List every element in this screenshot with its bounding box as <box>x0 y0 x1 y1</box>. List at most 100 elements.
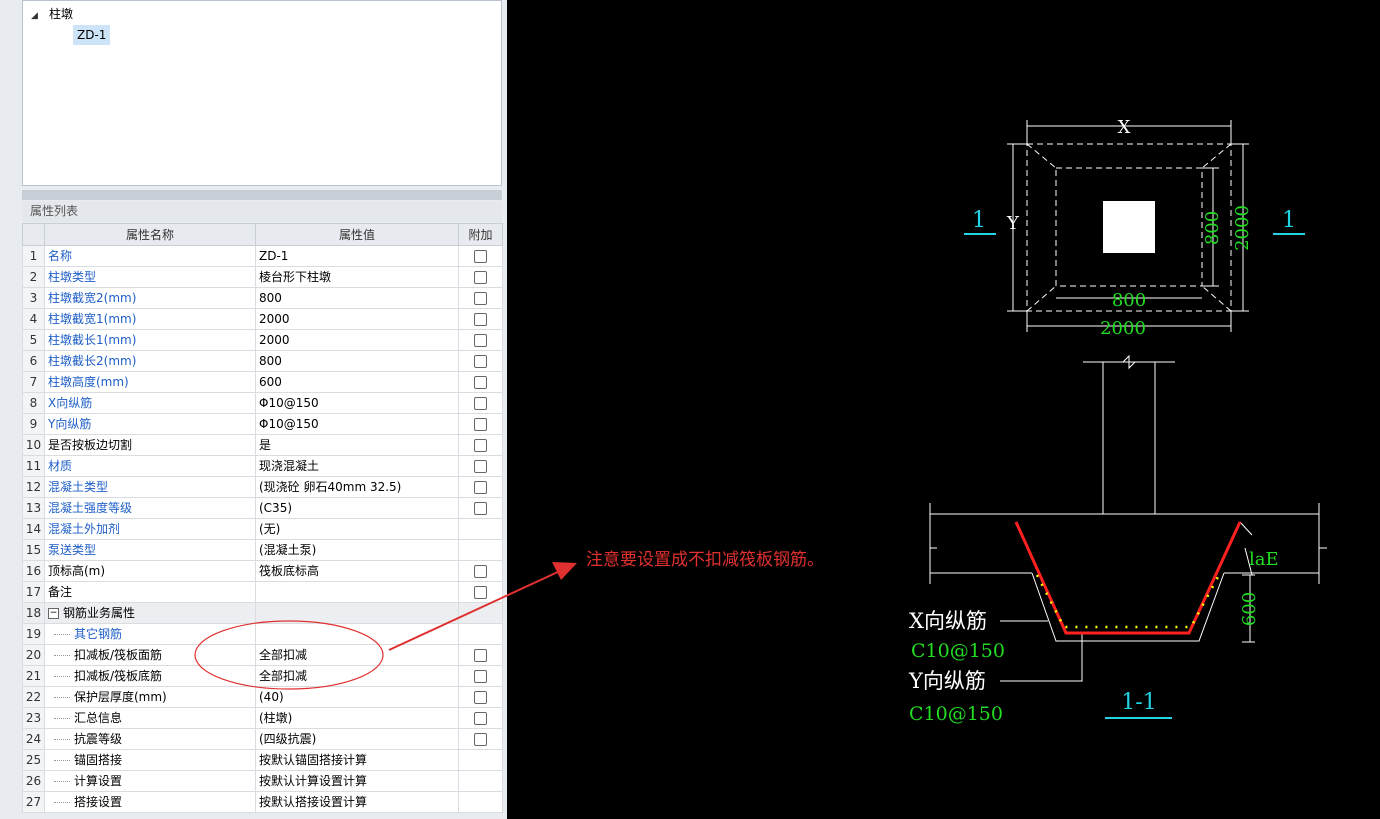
property-name[interactable]: 是否按板边切割 <box>44 434 256 456</box>
property-name[interactable]: X向纵筋 <box>44 392 256 414</box>
extra-checkbox[interactable] <box>474 649 487 662</box>
property-value[interactable] <box>255 623 459 645</box>
property-name[interactable]: 柱墩高度(mm) <box>44 371 256 393</box>
table-row[interactable]: 5 柱墩截长1(mm) 2000 <box>22 329 503 351</box>
property-name[interactable]: 搭接设置 <box>44 791 256 813</box>
property-value[interactable]: 筏板底标高 <box>255 560 459 582</box>
property-value[interactable]: (C35) <box>255 497 459 519</box>
extra-checkbox[interactable] <box>474 712 487 725</box>
property-name[interactable]: 名称 <box>44 245 256 267</box>
property-name[interactable]: 混凝土外加剂 <box>44 518 256 540</box>
property-value[interactable]: 全部扣减 <box>255 644 459 666</box>
property-name[interactable]: 顶标高(m) <box>44 560 256 582</box>
property-value[interactable]: 800 <box>255 287 459 309</box>
extra-checkbox[interactable] <box>474 502 487 515</box>
property-name[interactable]: 混凝土类型 <box>44 476 256 498</box>
table-row[interactable]: 13 混凝土强度等级 (C35) <box>22 497 503 519</box>
extra-checkbox[interactable] <box>474 334 487 347</box>
table-row[interactable]: 8 X向纵筋 Φ10@150 <box>22 392 503 414</box>
property-name[interactable]: 计算设置 <box>44 770 256 792</box>
extra-checkbox[interactable] <box>474 670 487 683</box>
table-row[interactable]: 3 柱墩截宽2(mm) 800 <box>22 287 503 309</box>
table-row[interactable]: 24 抗震等级 (四级抗震) <box>22 728 503 750</box>
property-value[interactable]: Φ10@150 <box>255 392 459 414</box>
table-row[interactable]: 20 扣减板/筏板面筋 全部扣减 <box>22 644 503 666</box>
property-name[interactable]: 混凝土强度等级 <box>44 497 256 519</box>
extra-checkbox[interactable] <box>474 733 487 746</box>
extra-checkbox[interactable] <box>474 292 487 305</box>
property-value[interactable]: 按默认计算设置计算 <box>255 770 459 792</box>
extra-checkbox[interactable] <box>474 586 487 599</box>
property-name[interactable]: 汇总信息 <box>44 707 256 729</box>
property-name[interactable]: 材质 <box>44 455 256 477</box>
table-row[interactable]: 14 混凝土外加剂 (无) <box>22 518 503 540</box>
property-value[interactable]: (无) <box>255 518 459 540</box>
extra-checkbox[interactable] <box>474 313 487 326</box>
property-value[interactable]: 全部扣减 <box>255 665 459 687</box>
extra-checkbox[interactable] <box>474 460 487 473</box>
extra-checkbox[interactable] <box>474 418 487 431</box>
property-name[interactable]: 备注 <box>44 581 256 603</box>
extra-checkbox[interactable] <box>474 376 487 389</box>
table-row[interactable]: 6 柱墩截长2(mm) 800 <box>22 350 503 372</box>
property-value[interactable]: 棱台形下柱墩 <box>255 266 459 288</box>
table-row[interactable]: 4 柱墩截宽1(mm) 2000 <box>22 308 503 330</box>
extra-checkbox[interactable] <box>474 397 487 410</box>
column-header-value[interactable]: 属性值 <box>255 223 459 246</box>
property-value[interactable]: 是 <box>255 434 459 456</box>
property-value[interactable]: 800 <box>255 350 459 372</box>
extra-checkbox[interactable] <box>474 691 487 704</box>
property-value[interactable]: (40) <box>255 686 459 708</box>
property-value[interactable]: (现浇砼 卵石40mm 32.5) <box>255 476 459 498</box>
property-name[interactable]: 柱墩截长1(mm) <box>44 329 256 351</box>
property-name[interactable]: 锚固搭接 <box>44 749 256 771</box>
property-name[interactable]: Y向纵筋 <box>44 413 256 435</box>
table-row[interactable]: 19 其它钢筋 <box>22 623 503 645</box>
property-name[interactable]: 其它钢筋 <box>44 623 256 645</box>
property-value[interactable]: 现浇混凝土 <box>255 455 459 477</box>
extra-checkbox[interactable] <box>474 271 487 284</box>
table-row[interactable]: 15 泵送类型 (混凝土泵) <box>22 539 503 561</box>
property-value[interactable]: Φ10@150 <box>255 413 459 435</box>
table-row[interactable]: 1 名称 ZD-1 <box>22 245 503 267</box>
property-name[interactable]: 扣减板/筏板面筋 <box>44 644 256 666</box>
property-value[interactable] <box>255 581 459 603</box>
table-row[interactable]: 16 顶标高(m) 筏板底标高 <box>22 560 503 582</box>
property-value[interactable]: 按默认锚固搭接计算 <box>255 749 459 771</box>
property-name[interactable]: 保护层厚度(mm) <box>44 686 256 708</box>
collapse-minus-icon[interactable]: − <box>48 608 59 619</box>
property-value[interactable]: (混凝土泵) <box>255 539 459 561</box>
table-row[interactable]: 10 是否按板边切割 是 <box>22 434 503 456</box>
table-row[interactable]: 26 计算设置 按默认计算设置计算 <box>22 770 503 792</box>
column-header-name[interactable]: 属性名称 <box>44 223 256 246</box>
tree-node-zd1[interactable]: ZD-1 <box>73 25 111 45</box>
property-value[interactable]: (柱墩) <box>255 707 459 729</box>
table-row[interactable]: 22 保护层厚度(mm) (40) <box>22 686 503 708</box>
extra-checkbox[interactable] <box>474 250 487 263</box>
extra-checkbox[interactable] <box>474 439 487 452</box>
collapse-triangle-icon[interactable]: ◢ <box>31 7 43 25</box>
property-value[interactable]: ZD-1 <box>255 245 459 267</box>
property-name[interactable]: 扣减板/筏板底筋 <box>44 665 256 687</box>
tree-node-zhudun[interactable]: ◢ 柱墩 <box>31 5 73 23</box>
property-value[interactable] <box>255 602 459 624</box>
table-row[interactable]: 7 柱墩高度(mm) 600 <box>22 371 503 393</box>
property-name[interactable]: 柱墩截宽2(mm) <box>44 287 256 309</box>
property-value[interactable]: 按默认搭接设置计算 <box>255 791 459 813</box>
property-name[interactable]: 柱墩类型 <box>44 266 256 288</box>
property-name[interactable]: 柱墩截长2(mm) <box>44 350 256 372</box>
column-header-extra[interactable]: 附加 <box>458 223 503 246</box>
table-row[interactable]: 23 汇总信息 (柱墩) <box>22 707 503 729</box>
table-row[interactable]: 21 扣减板/筏板底筋 全部扣减 <box>22 665 503 687</box>
property-name[interactable]: − 钢筋业务属性 <box>44 602 256 624</box>
property-value[interactable]: 2000 <box>255 329 459 351</box>
table-row[interactable]: 12 混凝土类型 (现浇砼 卵石40mm 32.5) <box>22 476 503 498</box>
table-row[interactable]: 9 Y向纵筋 Φ10@150 <box>22 413 503 435</box>
extra-checkbox[interactable] <box>474 481 487 494</box>
table-row[interactable]: 25 锚固搭接 按默认锚固搭接计算 <box>22 749 503 771</box>
table-row[interactable]: 27 搭接设置 按默认搭接设置计算 <box>22 791 503 813</box>
table-row[interactable]: 2 柱墩类型 棱台形下柱墩 <box>22 266 503 288</box>
property-value[interactable]: 2000 <box>255 308 459 330</box>
table-row[interactable]: 11 材质 现浇混凝土 <box>22 455 503 477</box>
cad-drawing-area[interactable]: X Y 800 2000 800 2000 1 1 laE 600 X向纵筋 C… <box>507 0 1380 819</box>
